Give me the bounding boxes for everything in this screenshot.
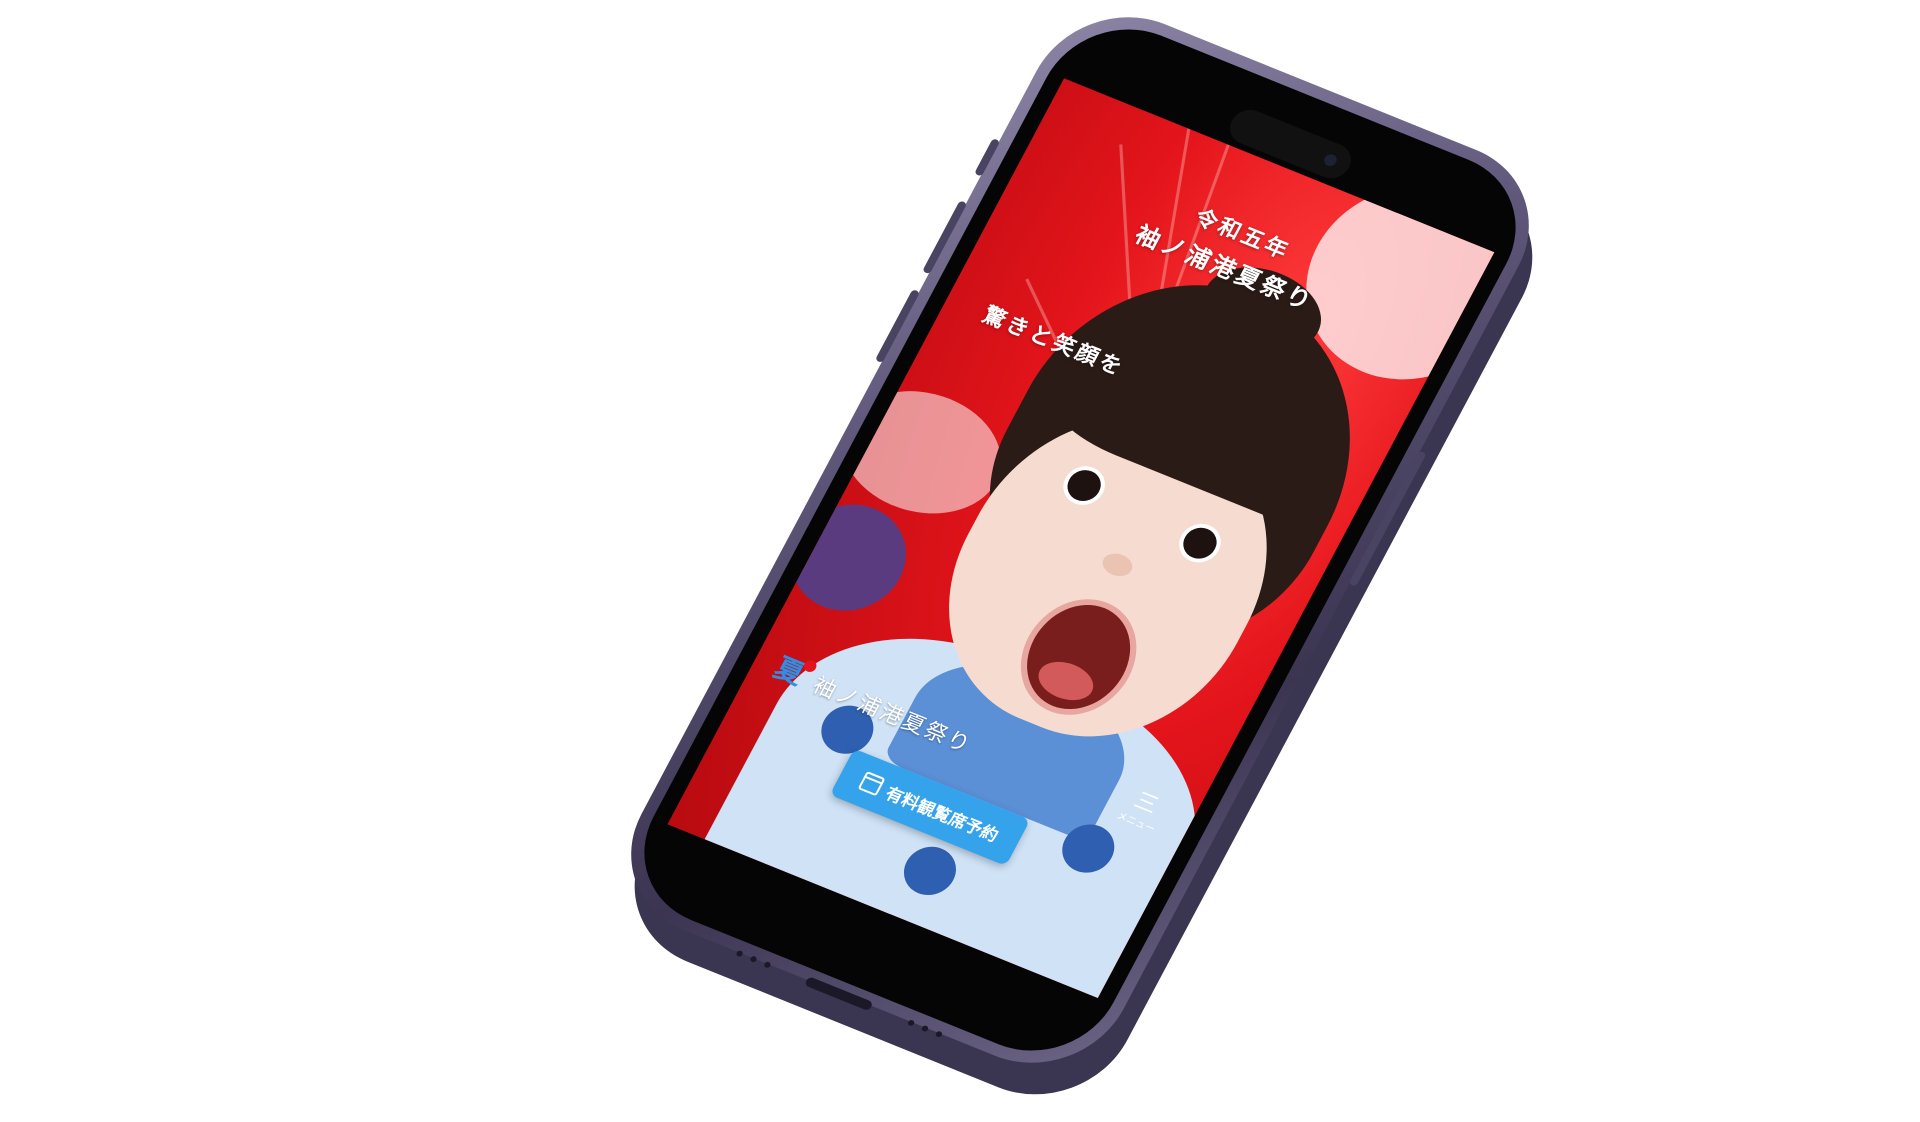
phone-screen: 令和五年 袖ノ浦港夏祭り 驚きと笑顔を 夏 袖ノ浦港夏祭り 三 メニュー 有料観… [667, 78, 1495, 999]
front-camera-icon [1322, 152, 1339, 168]
tongue [1031, 654, 1101, 708]
calendar-icon [857, 770, 886, 797]
stage: 令和五年 袖ノ浦港夏祭り 驚きと笑顔を 夏 袖ノ浦港夏祭り 三 メニュー 有料観… [0, 0, 1920, 1122]
phone-mockup: 令和五年 袖ノ浦港夏祭り 驚きと笑顔を 夏 袖ノ浦港夏祭り 三 メニュー 有料観… [598, 0, 1566, 1122]
phone-frame: 令和五年 袖ノ浦港夏祭り 驚きと笑顔を 夏 袖ノ浦港夏祭り 三 メニュー 有料観… [598, 0, 1562, 1091]
